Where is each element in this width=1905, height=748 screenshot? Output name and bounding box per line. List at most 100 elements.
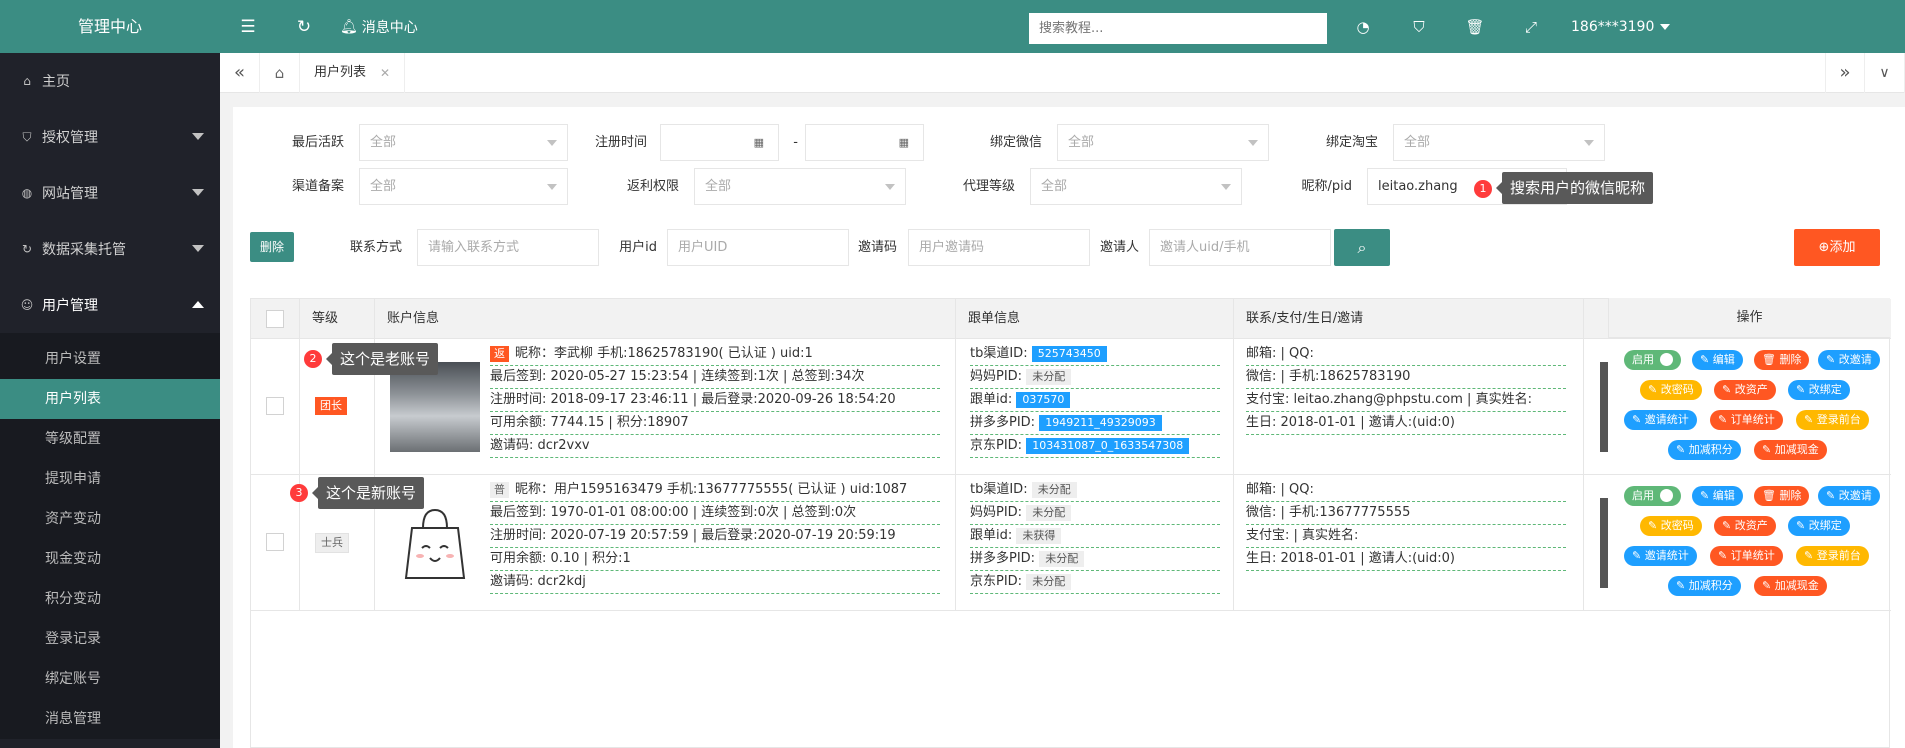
search-button[interactable]: ⌕ <box>1334 229 1390 266</box>
tab-scroll-left-icon[interactable]: « <box>220 52 260 93</box>
sub-item-asset[interactable]: 资产变动 <box>0 499 220 539</box>
photo-thumbnail <box>1600 498 1608 588</box>
select-rebate[interactable]: 全部 <box>694 168 906 205</box>
follow-line-1: tb渠道ID: 525743450 <box>970 343 1220 366</box>
date-start-input[interactable]: ▦ <box>660 124 779 161</box>
uid-input[interactable]: 用户UID <box>667 229 849 266</box>
account-line-3: 注册时间: 2018-09-17 23:46:11 | 最后登录:2020-09… <box>490 389 940 412</box>
sidebar: 管理中心 ⌂ 主页 ⛉ 授权管理 ◍ 网站管理 ↻ 数据采集托管 ☺ 用户管理 用户设置 … <box>0 0 220 748</box>
normal-tag: 普 <box>490 482 509 498</box>
message-center-link[interactable]: 🔔︎ 消息中心 <box>340 17 418 37</box>
adjust-cash-button[interactable]: ✎ 加减现金 <box>1754 576 1827 596</box>
change-password-button[interactable]: ✎ 改密码 <box>1640 516 1702 536</box>
invite-code-input[interactable]: 用户邀请码 <box>908 229 1090 266</box>
close-icon[interactable]: ✕ <box>380 53 390 93</box>
chevron-down-icon <box>885 184 895 190</box>
trash-icon[interactable]: 🗑︎ <box>1447 18 1503 36</box>
add-button[interactable]: ⊕添加 <box>1794 229 1880 266</box>
theme-icon[interactable]: ◔ <box>1335 18 1391 36</box>
contact-line-2: 微信: | 手机:13677775555 <box>1246 502 1566 525</box>
contact-line-1: 邮箱: | QQ: <box>1246 479 1566 502</box>
invite-stat-button[interactable]: ✎ 邀请统计 <box>1624 410 1697 430</box>
sidebar-item-site[interactable]: ◍ 网站管理 <box>0 165 220 221</box>
user-menu[interactable]: 186***3190 <box>1571 19 1671 35</box>
account-line-4: 可用余额: 0.10 | 积分:1 <box>490 548 940 571</box>
sidebar-item-users[interactable]: ☺ 用户管理 <box>0 277 220 333</box>
select-bind-taobao[interactable]: 全部 <box>1393 124 1605 161</box>
sub-item-withdraw[interactable]: 提现申请 <box>0 459 220 499</box>
select-last-active[interactable]: 全部 <box>359 124 568 161</box>
delete-row-button[interactable]: 🗑 删除 <box>1754 486 1810 506</box>
shield-check-icon[interactable]: ⛉ <box>1391 18 1447 36</box>
change-asset-button[interactable]: ✎ 改资产 <box>1714 380 1776 400</box>
adjust-points-button[interactable]: ✎ 加减积分 <box>1668 440 1741 460</box>
tab-home-icon[interactable]: ⌂ <box>260 52 300 93</box>
select-all-checkbox[interactable] <box>266 310 284 328</box>
sub-item-bind[interactable]: 绑定账号 <box>0 659 220 699</box>
delete-button[interactable]: 删除 <box>250 232 294 262</box>
chevron-down-icon <box>547 140 557 146</box>
filter-label-last-active: 最后活跃 <box>291 135 344 150</box>
change-password-button[interactable]: ✎ 改密码 <box>1640 380 1702 400</box>
tab-user-list[interactable]: 用户列表 ✕ <box>300 52 406 93</box>
fullscreen-icon[interactable]: ⤢ <box>1503 18 1559 36</box>
filter-label-bind-taobao: 绑定淘宝 <box>1325 135 1378 150</box>
sidebar-item-auth[interactable]: ⛉ 授权管理 <box>0 109 220 165</box>
row-checkbox-cell <box>251 339 300 475</box>
account-line-4: 可用余额: 7744.15 | 积分:18907 <box>490 412 940 435</box>
sub-item-message[interactable]: 消息管理 <box>0 699 220 739</box>
tooltip-search-nickname: 搜索用户的微信昵称 <box>1495 172 1654 204</box>
select-agent[interactable]: 全部 <box>1030 168 1242 205</box>
enable-toggle[interactable]: 启用 <box>1624 350 1681 370</box>
sub-item-points[interactable]: 积分变动 <box>0 579 220 619</box>
follow-line-2: 妈妈PID: 未分配 <box>970 366 1220 389</box>
follow-line-5: 京东PID: 未分配 <box>970 571 1220 594</box>
edit-button[interactable]: ✎ 编辑 <box>1692 350 1743 370</box>
change-bind-button[interactable]: ✎ 改绑定 <box>1788 516 1850 536</box>
login-front-button[interactable]: ✎ 登录前台 <box>1796 410 1869 430</box>
sub-item-level-config[interactable]: 等级配置 <box>0 419 220 459</box>
calendar-icon: ▦ <box>753 136 764 149</box>
shield-icon: ⛉ <box>22 129 32 144</box>
chevron-up-icon <box>192 301 204 308</box>
edit-button[interactable]: ✎ 编辑 <box>1692 486 1743 506</box>
tab-dropdown-icon[interactable]: ∨ <box>1865 53 1905 93</box>
inviter-input[interactable]: 邀请人uid/手机 <box>1149 229 1331 266</box>
sub-item-cash[interactable]: 现金变动 <box>0 539 220 579</box>
filter-label-inviter: 邀请人 <box>1099 240 1139 255</box>
change-invite-button[interactable]: ✎ 改邀请 <box>1818 486 1880 506</box>
contact-input[interactable]: 请输入联系方式 <box>417 229 599 266</box>
order-stat-button[interactable]: ✎ 订单统计 <box>1710 410 1783 430</box>
enable-toggle[interactable]: 启用 <box>1624 486 1681 506</box>
refresh-icon[interactable]: ↻ <box>276 17 332 37</box>
select-bind-wechat[interactable]: 全部 <box>1057 124 1269 161</box>
search-input[interactable] <box>1029 13 1327 44</box>
sub-item-login-log[interactable]: 登录记录 <box>0 619 220 659</box>
row-checkbox[interactable] <box>266 533 284 551</box>
order-stat-button[interactable]: ✎ 订单统计 <box>1710 546 1783 566</box>
change-bind-button[interactable]: ✎ 改绑定 <box>1788 380 1850 400</box>
row-checkbox[interactable] <box>266 397 284 415</box>
header-follow: 跟单信息 <box>956 299 1234 339</box>
chevron-down-icon <box>1584 140 1594 146</box>
menu-toggle-icon[interactable]: ☰ <box>220 17 276 37</box>
invite-stat-button[interactable]: ✎ 邀请统计 <box>1624 546 1697 566</box>
delete-row-button[interactable]: 🗑 删除 <box>1754 350 1810 370</box>
change-asset-button[interactable]: ✎ 改资产 <box>1714 516 1776 536</box>
caret-down-icon <box>1660 23 1671 30</box>
sidebar-item-home[interactable]: ⌂ 主页 <box>0 53 220 109</box>
sub-item-user-list[interactable]: 用户列表 <box>0 379 220 419</box>
sub-item-user-settings[interactable]: 用户设置 <box>0 339 220 379</box>
change-invite-button[interactable]: ✎ 改邀请 <box>1818 350 1880 370</box>
date-end-input[interactable]: ▦ <box>805 124 924 161</box>
tab-scroll-right-icon[interactable]: » <box>1825 53 1865 93</box>
filter-label-rebate: 返利权限 <box>626 179 679 194</box>
select-channel[interactable]: 全部 <box>359 168 568 205</box>
account-line-2: 最后签到: 2020-05-27 15:23:54 | 连续签到:1次 | 总签… <box>490 366 940 389</box>
adjust-cash-button[interactable]: ✎ 加减现金 <box>1754 440 1827 460</box>
filter-label-reg-time: 注册时间 <box>594 135 647 150</box>
sidebar-item-data[interactable]: ↻ 数据采集托管 <box>0 221 220 277</box>
login-front-button[interactable]: ✎ 登录前台 <box>1796 546 1869 566</box>
adjust-points-button[interactable]: ✎ 加减积分 <box>1668 576 1741 596</box>
avatar <box>390 362 480 452</box>
